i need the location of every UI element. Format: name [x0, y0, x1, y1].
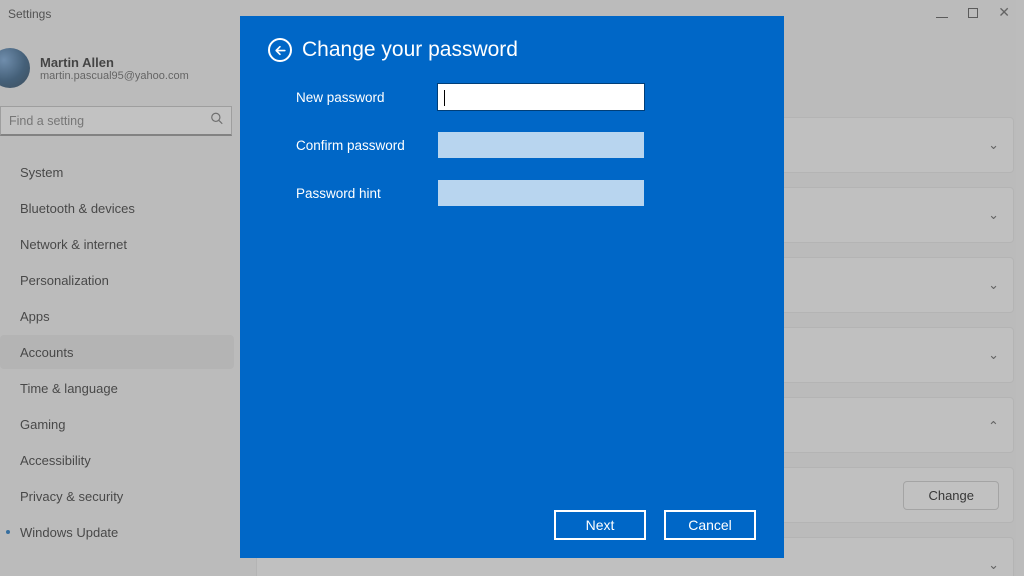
confirm-password-input[interactable] — [438, 132, 644, 158]
cancel-button[interactable]: Cancel — [664, 510, 756, 540]
new-password-label: New password — [296, 90, 418, 105]
next-button[interactable]: Next — [554, 510, 646, 540]
password-hint-input[interactable] — [438, 180, 644, 206]
confirm-password-label: Confirm password — [296, 138, 418, 153]
password-hint-label: Password hint — [296, 186, 418, 201]
settings-window: Settings ✕ Martin Allen martin.pascual95… — [0, 0, 1024, 576]
new-password-input[interactable] — [438, 84, 644, 110]
change-password-modal: Change your password New password Confir… — [240, 16, 784, 558]
modal-title: Change your password — [302, 38, 518, 62]
back-icon[interactable] — [268, 38, 292, 62]
password-form: New password Confirm password Password h… — [268, 84, 756, 206]
